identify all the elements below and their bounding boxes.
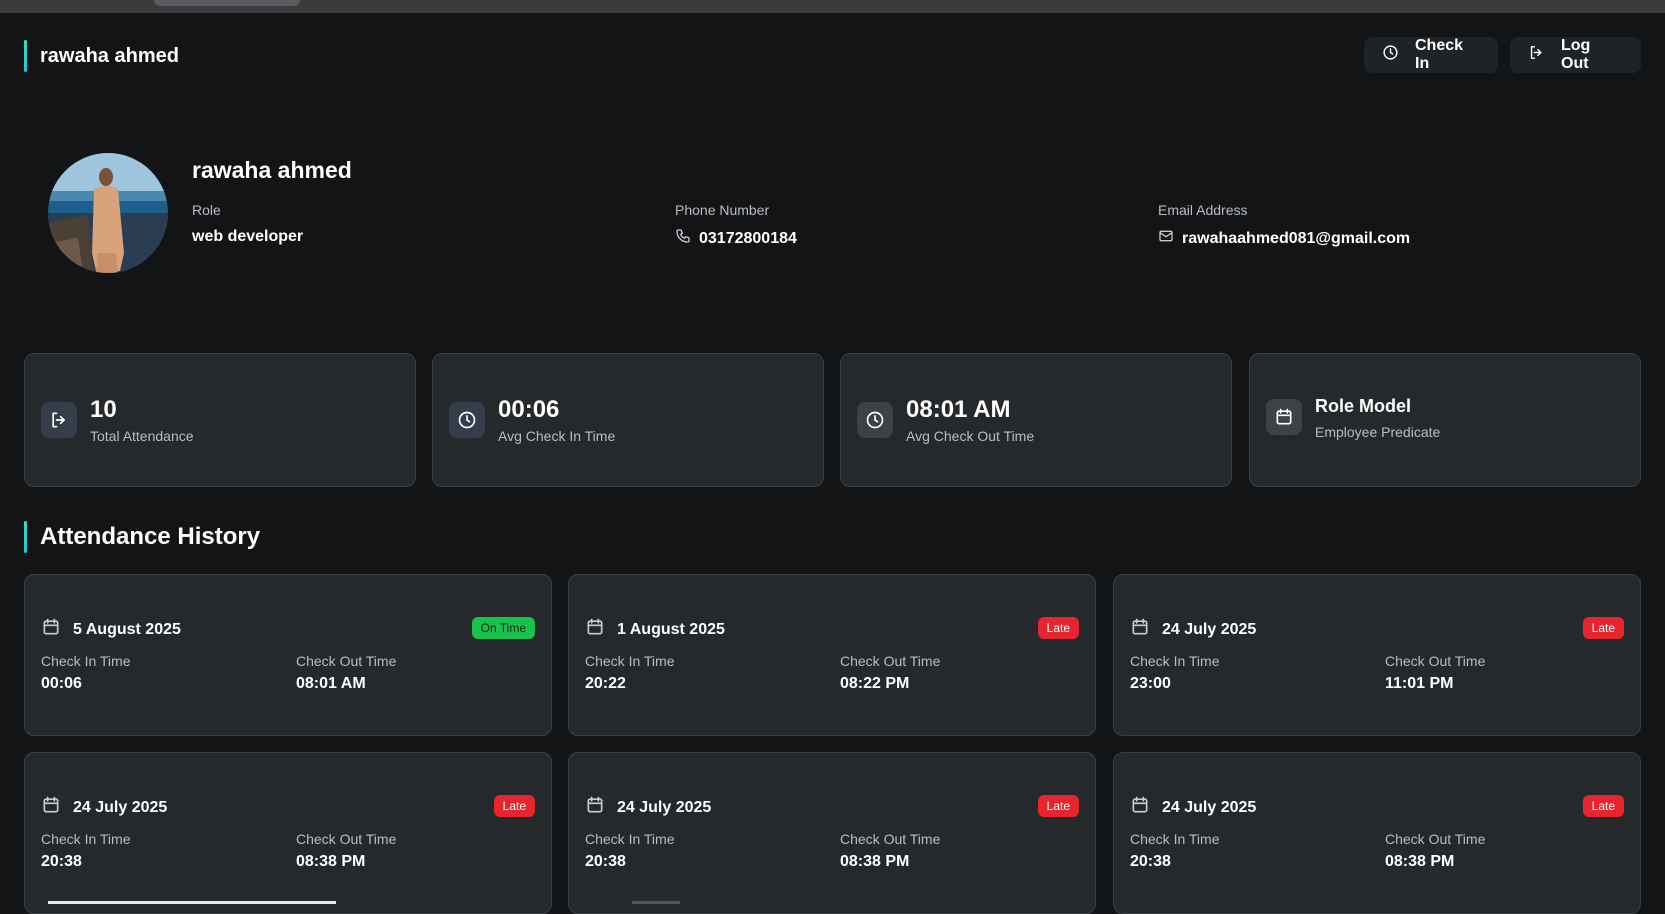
status-badge: Late [1582,795,1624,817]
check-out-value: 11:01 PM [1385,675,1454,692]
top-header: rawaha ahmed Check In Log Out [24,37,1641,77]
clock-icon [449,402,485,438]
attendance-card: 24 July 2025 Late Check In Time 20:38 Ch… [24,752,552,914]
check-out-label: Check Out Time [296,653,397,669]
stat-value: 10 [90,396,117,423]
calendar-icon [1266,399,1302,435]
date-text: 1 August 2025 [617,620,725,638]
header-accent-bar [24,40,27,72]
stat-label: Avg Check Out Time [906,428,1035,444]
mail-icon [1158,228,1174,249]
date-text: 24 July 2025 [1162,798,1257,816]
phone-label: Phone Number [675,202,770,218]
check-out-value: 08:38 PM [1385,853,1455,870]
phone-icon [675,228,691,249]
attendance-card: 24 July 2025 Late Check In Time 20:38 Ch… [1113,752,1641,914]
check-in-label: Check In [1415,37,1464,72]
date-text: 24 July 2025 [617,798,712,816]
role-label: Role [192,202,221,218]
header-title: rawaha ahmed [40,45,179,67]
stat-card-avg-check-out: 08:01 AM Avg Check Out Time [840,353,1232,487]
check-out-value: 08:38 PM [296,853,366,870]
check-in-label: Check In Time [1130,653,1220,669]
phone-value: 03172800184 [675,228,797,249]
check-in-label: Check In Time [41,653,131,669]
attendance-card: 1 August 2025 Late Check In Time 20:22 C… [568,574,1096,736]
check-in-label: Check In Time [585,653,675,669]
check-in-label: Check In Time [41,831,131,847]
email-label: Email Address [1158,202,1248,218]
phone-text: 03172800184 [699,229,797,247]
role-text: web developer [192,228,304,245]
check-in-value: 23:00 [1130,675,1171,692]
check-out-label: Check Out Time [840,831,941,847]
check-in-value: 20:38 [41,853,82,870]
card-date: 24 July 2025 [41,795,167,820]
role-value: web developer [192,228,303,246]
status-badge: Late [493,795,535,817]
calendar-icon [1130,617,1150,642]
date-text: 24 July 2025 [73,798,168,816]
email-text: rawahaahmed081@gmail.com [1182,229,1411,247]
calendar-icon [41,617,61,642]
stat-label: Total Attendance [90,428,194,444]
check-in-button[interactable]: Check In [1364,37,1498,73]
card-date: 1 August 2025 [585,617,725,642]
calendar-icon [1130,795,1150,820]
stat-card-avg-check-in: 00:06 Avg Check In Time [432,353,824,487]
calendar-icon [585,795,605,820]
status-badge: Late [1037,795,1079,817]
attendance-card: 5 August 2025 On Time Check In Time 00:0… [24,574,552,736]
card-date: 5 August 2025 [41,617,181,642]
check-in-value: 00:06 [41,675,82,692]
log-in-icon [41,402,77,438]
profile-avatar [48,153,168,273]
status-badge: On Time [471,617,535,639]
card-date: 24 July 2025 [1130,617,1256,642]
dashboard: rawaha ahmed Check In Log Out rawaha ahm… [0,13,1665,914]
log-out-icon [1528,44,1545,66]
status-badge: Late [1582,617,1624,639]
card-date: 24 July 2025 [585,795,711,820]
email-value: rawahaahmed081@gmail.com [1158,228,1410,249]
check-in-label: Check In Time [1130,831,1220,847]
section-accent-bar [24,521,27,553]
stat-value: 00:06 [498,396,560,423]
check-out-value: 08:01 AM [296,675,366,692]
attendance-card: 24 July 2025 Late Check In Time 23:00 Ch… [1113,574,1641,736]
clock-icon [857,402,893,438]
check-out-label: Check Out Time [296,831,397,847]
stat-label: Avg Check In Time [498,428,616,444]
stat-card-employee-predicate: Role Model Employee Predicate [1249,353,1641,487]
log-out-label: Log Out [1561,37,1591,72]
calendar-icon [41,795,61,820]
date-text: 24 July 2025 [1162,620,1257,638]
check-out-value: 08:22 PM [840,675,910,692]
attendance-card: 24 July 2025 Late Check In Time 20:38 Ch… [568,752,1096,914]
stat-value: 08:01 AM [906,396,1011,423]
stat-value: Role Model [1315,396,1412,416]
check-in-value: 20:38 [1130,853,1171,870]
date-text: 5 August 2025 [73,620,181,638]
profile-name: rawaha ahmed [192,157,352,183]
browser-tab-strip [0,0,1665,13]
attendance-history-heading: Attendance History [24,521,424,555]
check-in-value: 20:22 [585,675,626,692]
section-title: Attendance History [40,523,261,550]
log-out-button[interactable]: Log Out [1510,37,1641,73]
check-out-value: 08:38 PM [840,853,910,870]
check-out-label: Check Out Time [840,653,941,669]
stat-label: Employee Predicate [1315,424,1441,440]
stat-card-total-attendance: 10 Total Attendance [24,353,416,487]
browser-tab[interactable] [154,0,300,6]
check-in-label: Check In Time [585,831,675,847]
check-out-label: Check Out Time [1385,831,1486,847]
calendar-icon [585,617,605,642]
clock-icon [1382,44,1399,66]
status-badge: Late [1037,617,1079,639]
check-out-label: Check Out Time [1385,653,1486,669]
check-in-value: 20:38 [585,853,626,870]
card-date: 24 July 2025 [1130,795,1256,820]
